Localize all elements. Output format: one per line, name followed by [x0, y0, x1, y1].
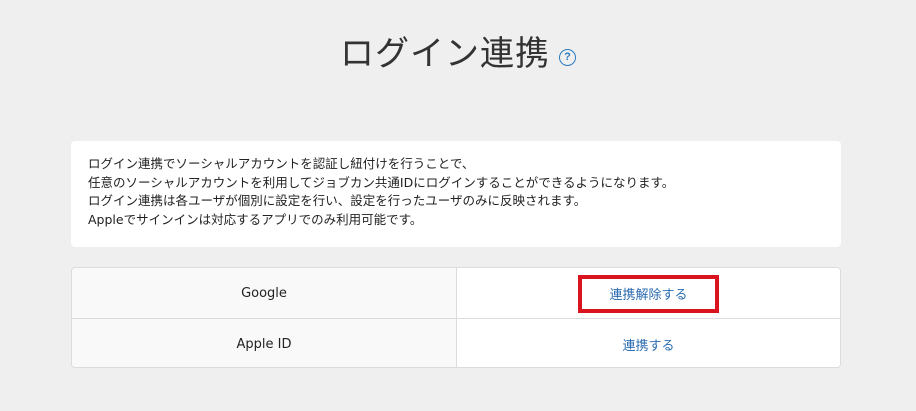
- link-apple-id-button[interactable]: 連携する: [622, 335, 674, 354]
- question-circle-icon[interactable]: ?: [559, 48, 576, 66]
- highlight-frame: 連携解除する: [578, 274, 719, 313]
- unlink-google-button[interactable]: 連携解除する: [609, 284, 687, 303]
- provider-action-cell-google: 連携解除する: [457, 268, 840, 318]
- info-line: ログイン連携でソーシャルアカウントを認証し紐付けを行うことで、: [88, 156, 475, 171]
- provider-action-cell-apple-id: 連携する: [457, 319, 840, 367]
- provider-row-apple-id: Apple ID 連携する: [72, 318, 840, 367]
- info-line: Appleでサインインは対応するアプリでのみ利用可能です。: [88, 211, 423, 227]
- page-title: ログイン連携: [340, 34, 550, 74]
- provider-name-google: Google: [72, 268, 457, 318]
- info-panel: ログイン連携でソーシャルアカウントを認証し紐付けを行うことで、 任意のソーシャル…: [71, 141, 841, 247]
- info-line: 任意のソーシャルアカウントを利用してジョブカン共通IDにログインすることができる…: [88, 174, 675, 190]
- login-link-table: Google 連携解除する Apple ID 連携する: [71, 267, 841, 368]
- page-header: ログイン連携 ?: [0, 32, 916, 76]
- info-line: ログイン連携は各ユーザが個別に設定を行い、設定を行ったユーザのみに反映されます。: [88, 193, 587, 208]
- provider-row-google: Google 連携解除する: [72, 268, 840, 318]
- provider-name-apple-id: Apple ID: [72, 319, 457, 367]
